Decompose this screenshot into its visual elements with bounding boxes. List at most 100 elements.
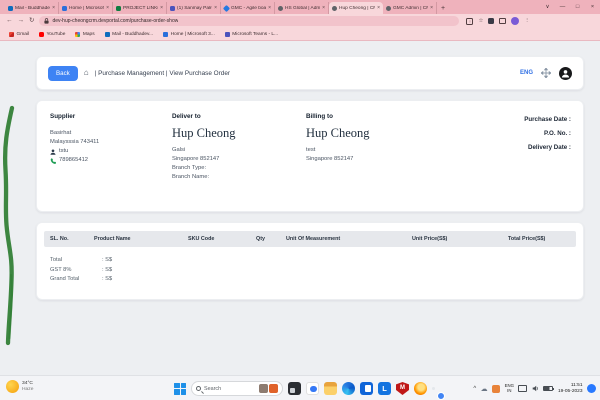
tab-label: PROJECT LINKsh xyxy=(123,6,158,11)
address-bar[interactable]: dev-hup-cheongcrm.devportal.com/purchase… xyxy=(39,16,459,26)
close-tab-icon[interactable]: × xyxy=(214,5,217,11)
person-icon xyxy=(561,69,570,78)
taskbar-search[interactable]: Search xyxy=(191,381,283,396)
bookmark-star-icon[interactable]: ☆ xyxy=(478,14,483,28)
user-avatar[interactable] xyxy=(559,67,572,80)
tray-chevron-up-icon[interactable]: ^ xyxy=(473,386,476,392)
gst-value: : S$ xyxy=(102,266,112,276)
reload-icon[interactable]: ↻ xyxy=(29,14,34,28)
edge-icon[interactable] xyxy=(342,382,355,395)
mcafee-icon[interactable]: M xyxy=(396,382,409,395)
back-nav-icon[interactable]: ← xyxy=(6,14,13,28)
supplier-contact: tstu xyxy=(59,147,68,156)
cast-screen-icon[interactable] xyxy=(518,385,527,392)
weather-widget[interactable]: 34°C Haze xyxy=(6,380,33,393)
volume-icon[interactable] xyxy=(532,385,539,392)
back-button[interactable]: Back xyxy=(48,66,78,81)
close-tab-icon[interactable]: × xyxy=(268,5,271,11)
column-header-sku-code: SKU Code xyxy=(182,236,250,242)
deliver-to-title: Deliver to xyxy=(172,113,306,120)
tab-microsoft-home[interactable]: Home | Microsof× xyxy=(59,2,113,14)
grand-total-label: Grand Total xyxy=(50,275,102,285)
breadcrumb-separator: | xyxy=(95,70,97,77)
tab-gmc-admin[interactable]: GMC Admin | CR× xyxy=(383,2,437,14)
breadcrumb-separator: | xyxy=(166,70,168,77)
move-resize-icon[interactable] xyxy=(541,68,551,78)
language-selector[interactable]: ENG xyxy=(520,70,533,76)
weather-temp: 34°C xyxy=(22,381,33,387)
close-tab-icon[interactable]: × xyxy=(52,5,55,11)
tab-label: Hup Cheong | CR xyxy=(339,6,375,11)
bookmark-maps[interactable]: Maps xyxy=(75,32,94,37)
bookmark-gmail[interactable]: Gmail xyxy=(9,32,29,37)
column-header-product-name: Product Name xyxy=(88,236,182,242)
column-header-qty: Qty xyxy=(250,236,280,242)
minimize-button[interactable]: — xyxy=(555,0,570,14)
search-widget-icon xyxy=(269,384,278,393)
deliver-line: Singapore 852147 xyxy=(172,155,306,164)
column-header-uom: Unit Of Measurement xyxy=(280,236,406,242)
start-button[interactable] xyxy=(174,383,186,395)
browser-toolbar: ← → ↻ dev-hup-cheongcrm.devportal.com/pu… xyxy=(0,14,600,28)
microsoft365-icon xyxy=(163,32,168,37)
notification-badge[interactable] xyxy=(587,384,596,393)
bookmark-label: Maps xyxy=(83,32,95,37)
tray-app-icon[interactable] xyxy=(492,385,500,393)
browser-menu-icon[interactable]: ⋮ xyxy=(524,14,530,28)
home-icon[interactable]: ⌂ xyxy=(84,69,89,77)
globe-icon xyxy=(332,6,337,11)
search-highlight-icons xyxy=(259,384,279,393)
supplier-name: Basirhat xyxy=(50,129,172,138)
screen: Mail - Buddhade× Home | Microsof× PROJEC… xyxy=(0,0,600,400)
close-tab-icon[interactable]: × xyxy=(430,5,433,11)
total-value: : S$ xyxy=(102,256,112,266)
onedrive-cloud-icon[interactable]: ☁ xyxy=(481,385,488,393)
teams-icon xyxy=(170,6,175,11)
globe-icon xyxy=(386,6,391,11)
close-tab-icon[interactable]: × xyxy=(106,5,109,11)
line-items-card: SL. No. Product Name SKU Code Qty Unit O… xyxy=(36,222,584,300)
microsoft365-icon xyxy=(62,6,67,11)
outlook-mail-icon xyxy=(8,6,13,11)
close-window-button[interactable]: × xyxy=(585,0,600,14)
firefox-icon[interactable] xyxy=(414,382,427,395)
bookmark-teams[interactable]: Microsoft Teams - L... xyxy=(225,32,278,37)
tab-gmc-agile[interactable]: GMC - Agile boa× xyxy=(221,2,275,14)
maximize-button[interactable]: □ xyxy=(570,0,585,14)
browser-profile-avatar[interactable] xyxy=(511,17,519,25)
forward-nav-icon[interactable]: → xyxy=(18,14,25,28)
clock-widget[interactable]: 11:51 19-05-2023 xyxy=(558,383,583,394)
close-tab-icon[interactable]: × xyxy=(377,5,380,11)
bookmark-microsoft-home[interactable]: Home | Microsoft 3... xyxy=(163,32,215,37)
pinned-extension-icon[interactable] xyxy=(488,18,494,24)
share-icon[interactable]: ↑ xyxy=(466,18,473,25)
task-view-icon[interactable] xyxy=(288,382,301,395)
chat-icon[interactable] xyxy=(306,382,319,395)
tab-search-icon[interactable]: ∨ xyxy=(540,0,555,14)
tab-label: GMC - Agile boa xyxy=(231,6,266,11)
side-panel-icon[interactable] xyxy=(499,18,506,24)
tab-teams-chat[interactable]: (1) Sanmay Palre× xyxy=(167,2,221,14)
file-explorer-icon[interactable] xyxy=(324,382,337,395)
close-tab-icon[interactable]: × xyxy=(322,5,325,11)
tab-hs-global[interactable]: HS Global | Admi× xyxy=(275,2,329,14)
order-meta-section: Purchase Date : P.O. No. : Delivery Date… xyxy=(471,113,571,201)
battery-icon[interactable] xyxy=(543,386,553,392)
tab-hup-cheong-active[interactable]: Hup Cheong | CR× xyxy=(329,2,383,14)
phone-icon xyxy=(50,158,56,164)
tab-label: (1) Sanmay Palre xyxy=(177,6,212,11)
breadcrumb-section: Purchase Management xyxy=(98,70,164,77)
tab-mail[interactable]: Mail - Buddhade× xyxy=(5,2,59,14)
bookmark-label: Home | Microsoft 3... xyxy=(171,32,215,37)
close-tab-icon[interactable]: × xyxy=(160,5,163,11)
bookmark-mail[interactable]: Mail - Buddhadev... xyxy=(105,32,153,37)
bookmark-youtube[interactable]: YouTube xyxy=(39,32,65,37)
tab-project-link[interactable]: PROJECT LINKsh× xyxy=(113,2,167,14)
language-indicator[interactable]: ENG IN xyxy=(505,384,514,394)
new-tab-button[interactable]: + xyxy=(437,2,449,14)
l-app-icon[interactable]: L xyxy=(378,382,391,395)
blue-app-icon[interactable] xyxy=(360,382,373,395)
search-widget-icon xyxy=(259,384,268,393)
column-header-total-price: Total Price(S$) xyxy=(502,236,576,242)
billing-company-name: Hup Cheong xyxy=(306,126,471,141)
